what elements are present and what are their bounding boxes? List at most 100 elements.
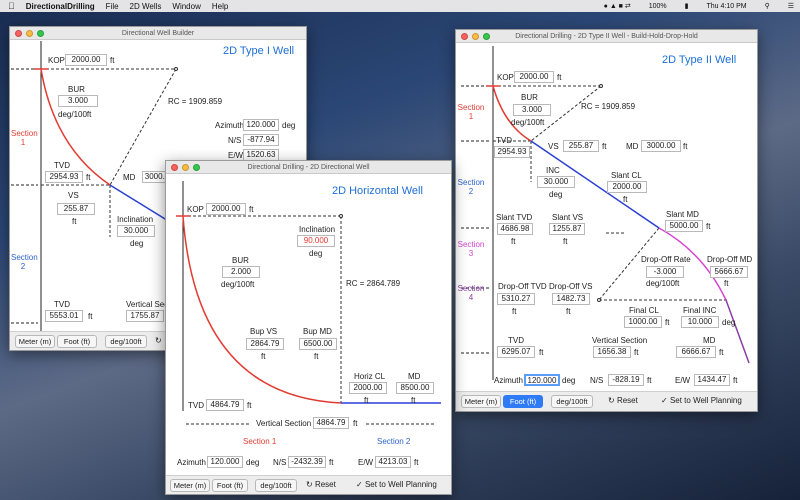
final-cl-field: 1000.00 (624, 316, 662, 328)
menu-bar:  DirectionalDrilling File 2D Wells Wind… (0, 0, 800, 12)
drop-off-vs-label: Drop-Off VS (549, 282, 593, 291)
inclination-label: Inclination (299, 225, 336, 234)
ns-unit: ft (329, 458, 334, 467)
tvd-label: TVD (496, 136, 512, 145)
set-well-planning-button[interactable]: ✓ Set to Well Planning (356, 480, 437, 489)
checkmark-icon: ✓ (356, 480, 365, 489)
control-center-icon[interactable]: ☰ (788, 2, 794, 10)
drop-off-rate-field[interactable]: -3.000 (646, 266, 684, 278)
slant-tvd-label: Slant TVD (496, 213, 533, 222)
inc-field: 30.000 (537, 176, 575, 188)
menu-help[interactable]: Help (212, 2, 228, 11)
vs-unit: ft (602, 142, 607, 151)
drop-off-tvd-unit: ft (512, 307, 517, 316)
horiz-cl-field: 2000.00 (349, 382, 387, 394)
ew-field: 1434.47 (694, 374, 730, 386)
section-2-label: Section 2 (457, 178, 485, 196)
kop-unit: ft (249, 205, 254, 214)
tvd-label: TVD (54, 161, 70, 170)
reset-icon[interactable]: ↻ (155, 336, 162, 345)
drop-off-vs-field: 1482.73 (552, 293, 590, 305)
slant-md-field: 5000.00 (665, 220, 703, 232)
vertical-section-field: 1656.38 (593, 346, 631, 358)
kop-unit: ft (110, 56, 115, 65)
ew-label: E/W (228, 151, 244, 160)
meter-button[interactable]: Meter (m) (170, 479, 210, 492)
azimuth-label: Azimuth (177, 458, 206, 467)
azimuth-field[interactable]: 120.000 (243, 119, 279, 131)
azimuth-unit: deg (282, 121, 296, 130)
vs-label: VS (548, 142, 559, 151)
section-1-label: Section 1 (11, 129, 38, 147)
bur-field[interactable]: 3.000 (513, 104, 551, 116)
menu-file[interactable]: File (106, 2, 119, 11)
clock[interactable]: Thu 4:10 PM (707, 3, 747, 10)
tvd-total-field: 6295.07 (497, 346, 535, 358)
md-label: MD (408, 372, 421, 381)
bup-md-label: Bup MD (303, 327, 332, 336)
horiz-cl-label: Horiz CL (354, 372, 386, 381)
final-inc-unit: deg (722, 318, 736, 327)
inclination-field: 30.000 (117, 225, 155, 237)
slant-cl-unit: ft (623, 195, 628, 204)
reset-button[interactable]: ↻ Reset (306, 480, 336, 489)
kop-field[interactable]: 2000.00 (206, 203, 246, 215)
vs-field: 255.87 (563, 140, 599, 152)
unit-button[interactable]: deg/100ft (551, 395, 593, 408)
azimuth-unit: deg (246, 458, 260, 467)
status-icons[interactable]: ● ▲ ■ ⇄ (604, 2, 631, 10)
meter-button[interactable]: Meter (m) (461, 395, 501, 408)
ns-field: -828.19 (608, 374, 644, 386)
slant-md-unit: ft (706, 222, 711, 231)
foot-button[interactable]: Foot (ft) (57, 335, 97, 348)
well-title: 2D Horizontal Well (332, 185, 423, 197)
menu-2d-wells[interactable]: 2D Wells (130, 2, 162, 11)
menu-window[interactable]: Window (172, 2, 200, 11)
battery-icon[interactable]: ▮ (685, 2, 689, 10)
set-well-planning-button[interactable]: ✓ Set to Well Planning (661, 396, 742, 405)
ns-label: N/S (590, 376, 604, 385)
azimuth-field[interactable]: 120.000 (207, 456, 243, 468)
kop-field[interactable]: 2000.00 (65, 54, 107, 66)
section-4-label: Section 4 (457, 284, 485, 302)
tvd-field: 2954.93 (45, 171, 83, 183)
ns-label: N/S (228, 136, 242, 145)
tvd-total-field: 5553.01 (45, 310, 83, 322)
unit-button[interactable]: deg/100ft (105, 335, 147, 348)
ew-label: E/W (675, 376, 691, 385)
battery-percent[interactable]: 100% (649, 3, 667, 10)
bup-md-unit: ft (314, 352, 319, 361)
kop-label: KOP (48, 56, 65, 65)
final-inc-field[interactable]: 10.000 (681, 316, 719, 328)
tvd-total-unit: ft (539, 348, 544, 357)
foot-button[interactable]: Foot (ft) (212, 479, 248, 492)
azimuth-field[interactable]: 120.000 (524, 374, 560, 386)
search-icon[interactable]: ⚲ (765, 2, 770, 10)
md-total-field: 6666.67 (676, 346, 716, 358)
bur-field[interactable]: 2.000 (222, 266, 260, 278)
drop-off-md-field: 5666.67 (710, 266, 748, 278)
bur-label: BUR (232, 256, 249, 265)
slant-cl-field: 2000.00 (607, 181, 647, 193)
kop-label: KOP (187, 205, 204, 214)
apple-icon[interactable]:  (8, 1, 15, 11)
slant-tvd-unit: ft (511, 237, 516, 246)
vertical-section-label: Vertical Section (256, 419, 312, 428)
vertical-section-unit: ft (634, 348, 639, 357)
menu-app-name[interactable]: DirectionalDrilling (26, 2, 95, 11)
ew-label: E/W (358, 458, 374, 467)
tvd-unit: ft (247, 401, 252, 410)
reset-button[interactable]: ↻ Reset (608, 396, 638, 405)
ns-label: N/S (273, 458, 287, 467)
meter-button[interactable]: Meter (m) (15, 335, 55, 348)
section-1-label: Section 1 (457, 103, 485, 121)
foot-button[interactable]: Foot (ft) (503, 395, 543, 408)
inc-label: INC (546, 166, 560, 175)
ew-unit: ft (733, 376, 738, 385)
bur-field[interactable]: 3.000 (58, 95, 98, 107)
drop-off-tvd-label: Drop-Off TVD (498, 282, 547, 291)
slant-md-label: Slant MD (666, 210, 699, 219)
azimuth-unit: deg (562, 376, 576, 385)
kop-field[interactable]: 2000.00 (514, 71, 554, 83)
unit-button[interactable]: deg/100ft (255, 479, 297, 492)
